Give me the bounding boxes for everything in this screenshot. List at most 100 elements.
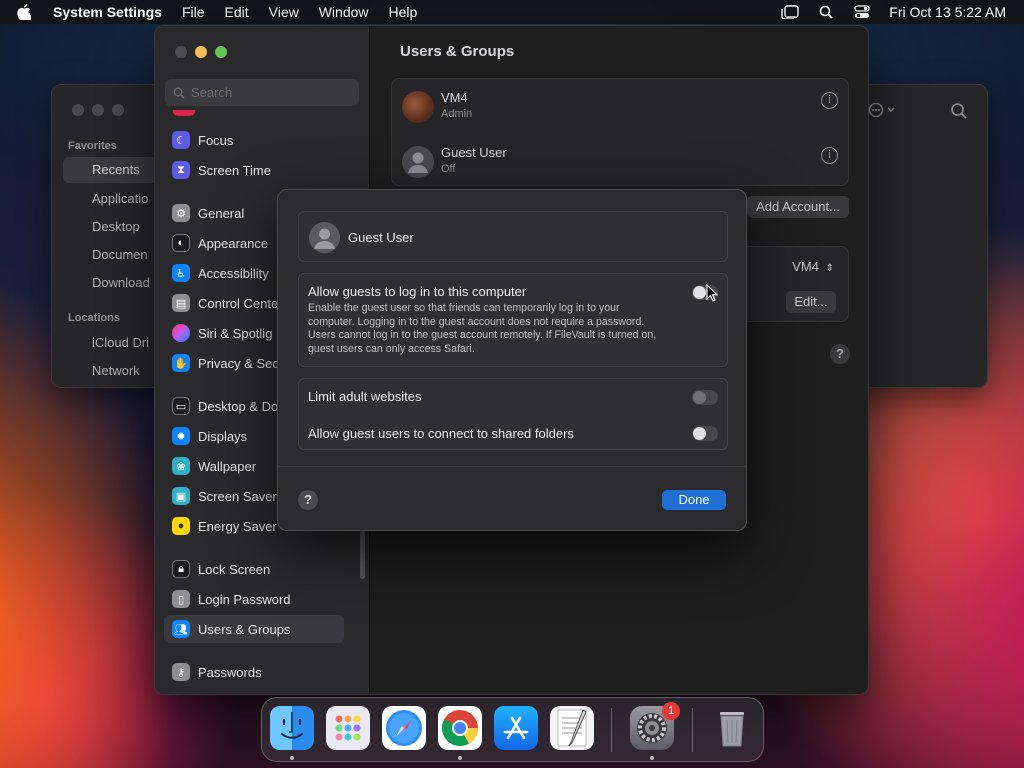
close-button[interactable] (175, 46, 187, 58)
sidebar-item-label: Screen Saver (198, 488, 277, 504)
sidebar-item-passwords[interactable]: ⚷ Passwords (164, 658, 344, 686)
dock: 1 (261, 697, 764, 762)
dock-icon: ▭ (172, 397, 190, 415)
football-avatar (402, 91, 434, 123)
focus-icon: ☾ (172, 131, 190, 149)
control-center-icon[interactable] (853, 4, 871, 20)
dock-divider (611, 708, 612, 752)
dock-divider (692, 708, 693, 752)
finder-sidebar-network[interactable]: Network (92, 363, 140, 378)
guest-limits-card: Limit adult websites Allow guest users t… (298, 378, 728, 450)
finder-close-button[interactable] (72, 104, 84, 116)
hourglass-icon: ⧗ (172, 161, 190, 179)
finder-sidebar-documents[interactable]: Documen (92, 247, 148, 262)
sidebar-item-label: Desktop & Do (198, 398, 279, 414)
user-name: VM4 (441, 90, 468, 105)
search-input[interactable]: Search (165, 79, 359, 106)
person-avatar-icon (309, 222, 340, 253)
menu-window[interactable]: Window (319, 4, 369, 20)
finder-minimize-button[interactable] (92, 104, 104, 116)
edit-button[interactable]: Edit... (786, 291, 836, 313)
accessibility-icon: ♿ (172, 264, 190, 282)
sidebar-item-label: General (198, 205, 245, 221)
help-button[interactable]: ? (830, 344, 850, 364)
mouse-cursor-icon (706, 283, 719, 302)
sidebar-scrollbar[interactable] (360, 531, 365, 579)
auto-login-select[interactable]: VM4 ⇕ (792, 259, 834, 274)
sidebar-item-label: Login Password (198, 591, 291, 607)
running-indicator (650, 756, 654, 760)
menu-app-name[interactable]: System Settings (53, 4, 162, 20)
limit-adult-toggle[interactable] (692, 390, 718, 405)
sidebar-item-label: Energy Saver (198, 518, 277, 534)
sidebar-item-label: Displays (198, 428, 248, 444)
chevron-updown-icon: ⇕ (825, 263, 834, 274)
hand-icon: ✋ (172, 354, 190, 372)
zoom-button[interactable] (215, 46, 227, 58)
sidebar-item-label: Screen Time (198, 162, 271, 178)
menu-edit[interactable]: Edit (225, 4, 249, 20)
screen-saver-icon: ▣ (172, 487, 190, 505)
partial-sidebar-icon (173, 110, 195, 116)
sidebar-item-label: Appearance (198, 235, 269, 251)
finder-sidebar-applications[interactable]: Applicatio (92, 191, 148, 206)
stage-manager-icon[interactable] (781, 4, 799, 20)
info-icon[interactable]: i (821, 92, 838, 109)
notification-badge: 1 (662, 702, 680, 720)
menu-clock[interactable]: Fri Oct 13 5:22 AM (889, 4, 1006, 20)
menu-bar: System Settings File Edit View Window He… (0, 0, 1024, 24)
sidebar-item-lock-screen[interactable]: 🔒︎ Lock Screen (164, 555, 344, 583)
users-list: VM4 Admin i Guest User Off i (391, 78, 849, 186)
finder-sidebar-desktop[interactable]: Desktop (92, 219, 140, 234)
finder-more-icon[interactable] (868, 102, 898, 118)
finder-sidebar-icloud[interactable]: iCloud Dri (92, 335, 149, 350)
finder-icon[interactable] (270, 706, 314, 750)
appearance-icon: ◐ (172, 234, 190, 252)
user-row-vm4[interactable]: VM4 Admin i (392, 79, 848, 131)
page-title: Users & Groups (400, 43, 515, 60)
app-store-icon[interactable] (494, 706, 538, 750)
menu-view[interactable]: View (269, 4, 299, 20)
spotlight-search-icon[interactable] (817, 4, 835, 20)
info-icon[interactable]: i (821, 147, 838, 164)
users-icon: 👥︎ (172, 620, 190, 638)
menu-help[interactable]: Help (389, 4, 418, 20)
lock-icon: 🔒︎ (172, 560, 190, 578)
sidebar-item-login-password[interactable]: ▯ Login Password (164, 585, 344, 613)
minimize-button[interactable] (195, 46, 207, 58)
gear-icon: ⚙ (172, 204, 190, 222)
finder-search-icon[interactable] (950, 102, 968, 120)
sun-icon: ✹ (172, 427, 190, 445)
user-row-guest[interactable]: Guest User Off i (392, 134, 848, 186)
sidebar-item-label: Passwords (198, 664, 262, 680)
sidebar-item-focus[interactable]: ☾ Focus (164, 126, 344, 154)
trash-icon[interactable] (710, 706, 754, 750)
finder-sidebar-downloads[interactable]: Download (92, 275, 150, 290)
limit-adult-label: Limit adult websites (308, 389, 422, 404)
sidebar-item-users-groups[interactable]: 👥︎ Users & Groups (164, 615, 344, 643)
running-indicator (290, 756, 294, 760)
user-name: Guest User (441, 145, 507, 160)
launchpad-icon[interactable] (326, 706, 370, 750)
shared-folders-toggle[interactable] (692, 426, 718, 441)
guest-user-sheet: Guest User Allow guests to log in to thi… (277, 189, 747, 531)
safari-icon[interactable] (382, 706, 426, 750)
user-role: Off (441, 163, 456, 175)
finder-locations-heading: Locations (68, 312, 120, 324)
running-indicator (458, 756, 462, 760)
sidebar-item-label: Focus (198, 132, 234, 148)
sidebar-item-label: Users & Groups (198, 621, 291, 637)
chrome-icon[interactable] (438, 706, 482, 750)
sidebar-item-label: Lock Screen (198, 561, 271, 577)
textedit-icon[interactable] (550, 706, 594, 750)
search-placeholder: Search (191, 85, 233, 100)
sheet-help-button[interactable]: ? (298, 490, 318, 510)
apple-menu-icon[interactable] (17, 0, 39, 24)
menu-file[interactable]: File (182, 4, 205, 20)
finder-zoom-button[interactable] (112, 104, 124, 116)
done-button[interactable]: Done (662, 490, 726, 510)
add-account-button[interactable]: Add Account... (747, 196, 849, 218)
allow-guests-title: Allow guests to log in to this computer (308, 284, 527, 299)
flower-icon: ❀ (172, 457, 190, 475)
sidebar-item-screen-time[interactable]: ⧗ Screen Time (164, 156, 344, 184)
